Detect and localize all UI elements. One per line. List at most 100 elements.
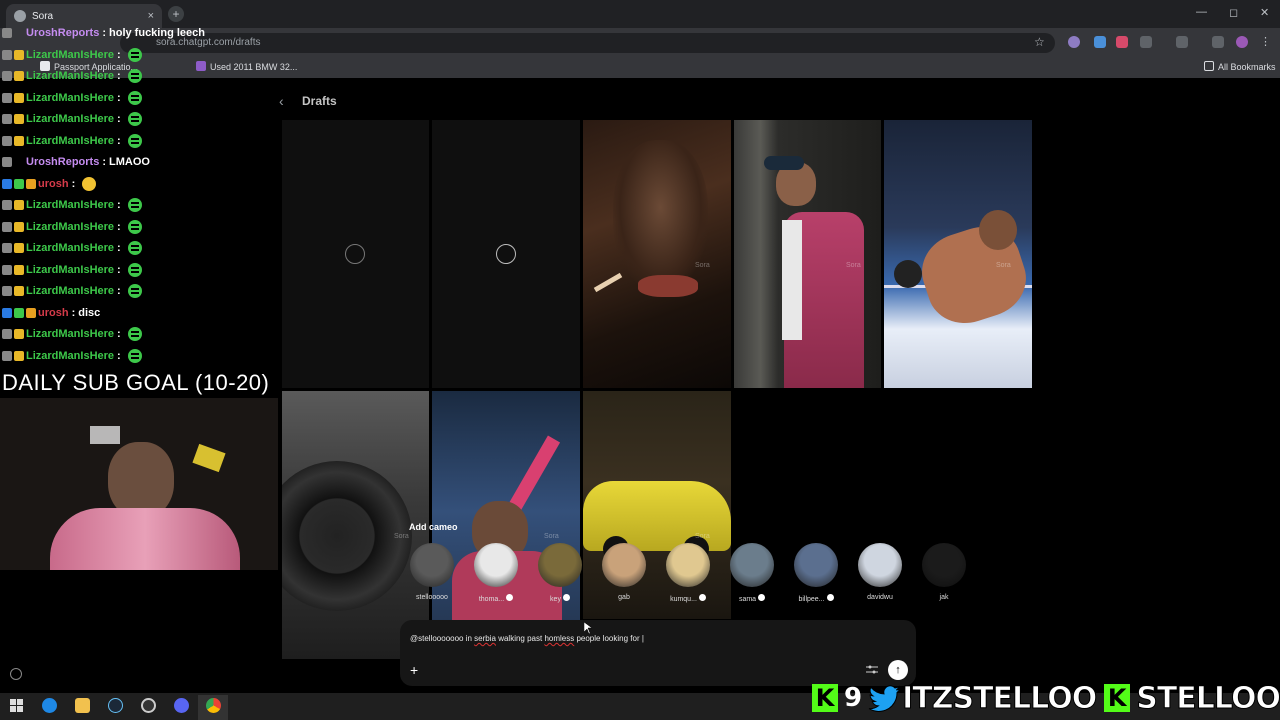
cameo-item[interactable]: thoma... [472, 543, 520, 603]
steam-icon[interactable] [108, 698, 123, 713]
verified-check-icon [758, 594, 766, 601]
bookmark-star-icon[interactable]: ☆ [1034, 35, 1045, 49]
cameo-item[interactable]: davidwu [856, 543, 904, 601]
discord-icon[interactable] [174, 698, 189, 713]
chat-badge-icon [14, 200, 24, 210]
tab-close-icon[interactable]: × [148, 10, 154, 22]
cameo-item[interactable]: jak [920, 543, 968, 601]
thumbnail-detail [894, 260, 922, 288]
cameo-name-row: gab [600, 594, 648, 601]
address-bar[interactable]: sora.chatgpt.com/drafts [120, 33, 1055, 53]
draft-tile[interactable] [282, 120, 429, 388]
chat-badge-icon [2, 243, 12, 253]
cameo-name-row: thoma... [472, 594, 520, 603]
chat-separator: : [117, 349, 121, 362]
chat-username[interactable]: LizardManIsHere [26, 49, 114, 61]
cameo-avatar [602, 543, 646, 587]
windows-start-icon[interactable] [9, 698, 24, 713]
shield-extension-icon[interactable] [1116, 36, 1128, 48]
chat-badge-icon [26, 178, 36, 189]
chat-username[interactable]: UroshReports [26, 156, 99, 168]
webcam-feed [0, 398, 278, 570]
sora-favicon-icon [14, 10, 26, 22]
cameo-item[interactable]: gab [600, 543, 648, 601]
add-attachment-button[interactable]: + [410, 662, 418, 678]
chat-username[interactable]: LizardManIsHere [26, 242, 114, 254]
media-icon[interactable] [1176, 36, 1188, 48]
extension-icon[interactable] [1068, 36, 1080, 48]
puzzle-icon[interactable] [1140, 36, 1152, 48]
obs-icon[interactable] [141, 698, 156, 713]
maximize-button[interactable]: ◻ [1229, 6, 1238, 19]
new-tab-button[interactable]: + [168, 6, 184, 22]
cameo-item[interactable]: billpee... [792, 543, 840, 603]
edge-icon[interactable] [42, 698, 57, 713]
chat-username[interactable]: LizardManIsHere [26, 328, 114, 340]
file-explorer-icon[interactable] [75, 698, 90, 713]
reading-list-icon[interactable] [1212, 36, 1224, 48]
chat-badge-icon [2, 178, 12, 189]
profile-avatar[interactable] [1236, 36, 1248, 48]
draft-tile[interactable]: Sora [734, 120, 881, 388]
cameo-avatar [730, 543, 774, 587]
chat-username[interactable]: LizardManIsHere [26, 350, 114, 362]
sora-watermark: Sora [996, 262, 1011, 269]
thumbnail-wheel [282, 461, 412, 611]
prompt-misspelled-word: serbia [474, 634, 496, 643]
sora-watermark: Sora [394, 533, 409, 540]
chat-message: LizardManIsHere: [2, 67, 142, 85]
chat-separator: : [117, 328, 121, 340]
close-window-button[interactable]: ✕ [1260, 6, 1269, 19]
prompt-text: people looking for | [574, 634, 644, 643]
draft-tile[interactable] [432, 120, 580, 388]
draft-tile[interactable]: Sora [583, 120, 731, 388]
twitter-bird-icon [868, 685, 902, 712]
chat-message: urosh: disc [2, 304, 100, 322]
settings-sliders-icon[interactable] [866, 665, 878, 675]
loading-spinner-icon [496, 244, 516, 264]
chat-username[interactable]: urosh [38, 307, 69, 319]
cameo-name: kumqu... [670, 596, 697, 603]
chat-username[interactable]: LizardManIsHere [26, 70, 114, 82]
verified-check-icon [506, 594, 514, 601]
draft-tile[interactable]: Sora [884, 120, 1032, 388]
all-bookmarks[interactable]: All Bookmarks [1204, 61, 1276, 72]
cameo-avatar [410, 543, 454, 587]
chat-username[interactable]: LizardManIsHere [26, 113, 114, 125]
chrome-icon[interactable] [206, 698, 221, 713]
cameo-item[interactable]: kumqu... [664, 543, 712, 603]
cameo-item[interactable]: stellooooo [408, 543, 456, 601]
back-chevron-icon[interactable]: ‹ [279, 93, 284, 109]
draft-tile[interactable]: Sora [282, 391, 429, 659]
chat-username[interactable]: LizardManIsHere [26, 135, 114, 147]
emote-icon [127, 198, 142, 212]
chat-username[interactable]: urosh [38, 178, 69, 190]
chat-username[interactable]: LizardManIsHere [26, 221, 114, 233]
prompt-composer[interactable]: @stellooooooo in serbia walking past hom… [400, 620, 916, 686]
mouse-cursor-icon [584, 622, 592, 634]
cameo-name: sama [738, 596, 757, 603]
menu-dots-icon[interactable]: ⋮ [1260, 36, 1272, 48]
emote-icon [82, 176, 97, 191]
bookmark-bmw[interactable]: Used 2011 BMW 32... [196, 61, 297, 72]
emoji-icon[interactable] [10, 668, 22, 680]
chat-separator: : [117, 48, 121, 61]
chat-badge-icon [2, 157, 12, 167]
chat-username[interactable]: LizardManIsHere [26, 285, 114, 297]
prompt-input[interactable]: @stellooooooo in serbia walking past hom… [410, 634, 644, 643]
chat-username[interactable]: LizardManIsHere [26, 92, 114, 104]
chat-username[interactable]: LizardManIsHere [26, 264, 114, 276]
chat-badge-icon [14, 329, 24, 339]
chat-badge-icon [2, 350, 12, 361]
cameo-name-row: kumqu... [664, 594, 712, 603]
cameo-item[interactable]: sama [728, 543, 776, 603]
chat-separator: : [102, 27, 107, 39]
chat-text: LMAOO [109, 156, 150, 168]
chat-username[interactable]: UroshReports [26, 27, 99, 39]
chat-username[interactable]: LizardManIsHere [26, 199, 114, 211]
extension-icon[interactable] [1094, 36, 1106, 48]
send-button[interactable]: ↑ [888, 660, 908, 680]
cameo-item[interactable]: key [536, 543, 584, 603]
minimize-button[interactable]: — [1196, 6, 1207, 18]
cameo-name-row: billpee... [792, 594, 840, 603]
